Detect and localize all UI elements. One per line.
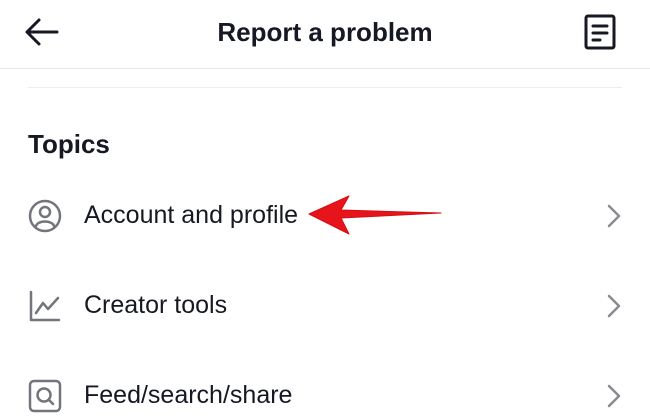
page-title: Report a problem bbox=[217, 17, 433, 47]
topic-item-creator-tools[interactable]: Creator tools bbox=[0, 273, 650, 337]
report-problem-screen: Report a problem Topics Account and prof… bbox=[0, 0, 650, 420]
report-history-button[interactable] bbox=[578, 10, 622, 54]
topic-item-feed-search-share[interactable]: Feed/search/share bbox=[0, 363, 650, 420]
header-bar: Report a problem bbox=[0, 0, 650, 69]
chevron-right-icon bbox=[607, 204, 621, 228]
chevron-right-icon bbox=[607, 384, 621, 408]
red-arrow-pointer bbox=[308, 195, 442, 235]
line-chart-icon bbox=[28, 289, 62, 323]
topics-heading: Topics bbox=[28, 129, 110, 159]
chevron-right-icon bbox=[607, 294, 621, 318]
section-divider bbox=[28, 87, 622, 88]
topic-item-label: Creator tools bbox=[84, 291, 228, 319]
document-list-icon bbox=[584, 14, 616, 50]
topic-item-label: Feed/search/share bbox=[84, 381, 293, 409]
user-circle-icon bbox=[28, 199, 62, 233]
search-square-icon bbox=[28, 379, 62, 413]
topic-item-label: Account and profile bbox=[84, 201, 299, 229]
